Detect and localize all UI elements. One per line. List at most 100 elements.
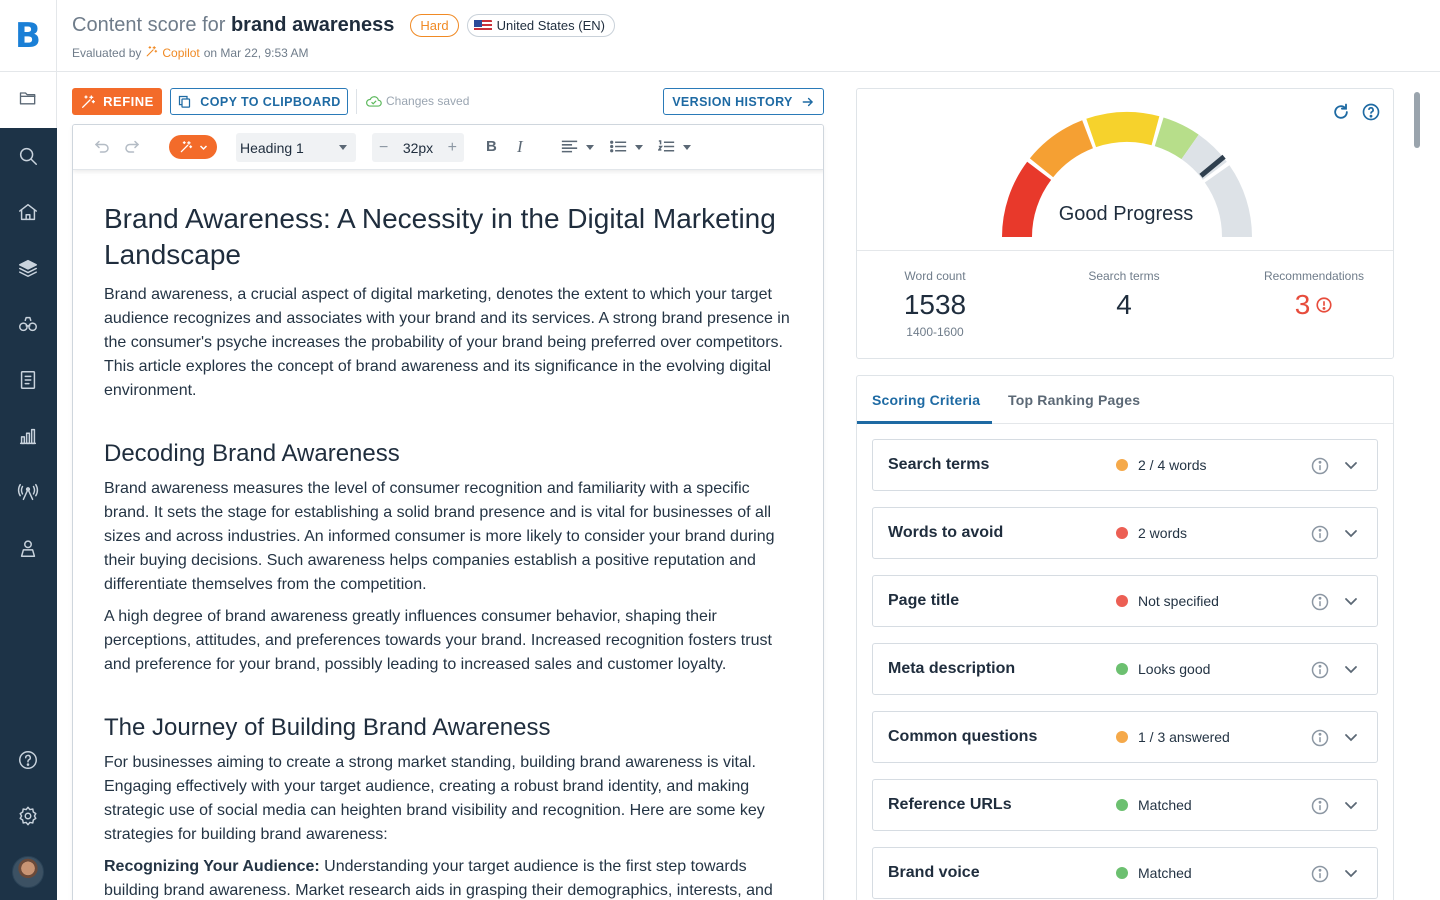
undo-icon[interactable] [93, 138, 111, 158]
sidebar-item-analytics[interactable] [16, 424, 40, 448]
chevron-down-icon[interactable] [1343, 525, 1359, 541]
layers-icon [19, 259, 37, 277]
numbered-list-icon [657, 140, 675, 152]
increase-size-button[interactable]: + [448, 139, 457, 157]
chevron-down-icon [199, 144, 207, 150]
alert-icon [1316, 297, 1332, 313]
help-icon[interactable] [1361, 102, 1381, 122]
status-dot [1116, 867, 1128, 879]
sidebar-item-monitoring[interactable] [16, 480, 40, 504]
doc-paragraph[interactable]: Brand awareness, a crucial aspect of dig… [104, 283, 796, 403]
version-history-button[interactable]: VERSION HISTORY [663, 88, 824, 115]
chevron-down-icon[interactable] [1343, 593, 1359, 609]
sidebar-item-local[interactable] [16, 536, 40, 560]
doc-heading-2[interactable]: The Journey of Building Brand Awareness [104, 713, 796, 743]
chevron-down-icon[interactable] [1343, 457, 1359, 473]
sidebar-item-settings[interactable] [16, 804, 40, 828]
criteria-row[interactable]: Search terms 2 / 4 words [872, 439, 1378, 491]
score-label: Good Progress [1058, 203, 1194, 225]
recommendations-stat[interactable]: Recommendations 3 [1249, 269, 1379, 321]
doc-heading-2[interactable]: Decoding Brand Awareness [104, 439, 796, 469]
gauge-segment [1154, 117, 1199, 160]
doc-heading-1[interactable]: Brand Awareness: A Necessity in the Digi… [104, 201, 796, 273]
info-icon[interactable] [1310, 456, 1330, 476]
caret-down-icon [635, 145, 644, 150]
tab-top-ranking-pages[interactable]: Top Ranking Pages [1008, 392, 1140, 408]
criteria-row[interactable]: Meta description Looks good [872, 643, 1378, 695]
chevron-down-icon[interactable] [1343, 729, 1359, 745]
info-icon[interactable] [1310, 660, 1330, 680]
search-terms-value: 4 [1116, 289, 1132, 320]
sidebar-item-projects[interactable] [0, 72, 57, 128]
text-style-select[interactable]: Heading 1 [236, 133, 356, 162]
info-icon[interactable] [1310, 864, 1330, 884]
scoring-panel: Scoring Criteria Top Ranking Pages Searc… [856, 375, 1394, 900]
doc-paragraph[interactable]: Recognizing Your Audience: Understanding… [104, 855, 796, 900]
title-keyword: brand awareness [230, 14, 395, 36]
scrollbar[interactable] [1412, 88, 1422, 900]
criteria-row[interactable]: Reference URLs Matched [872, 779, 1378, 831]
panel-tabs: Scoring Criteria Top Ranking Pages [857, 376, 1393, 424]
status-dot [1116, 527, 1128, 539]
numbered-list-dropdown[interactable] [657, 139, 692, 158]
sidebar-item-home[interactable] [16, 200, 40, 224]
criteria-name: Page title [888, 592, 960, 609]
copy-to-clipboard-button[interactable]: COPY TO CLIPBOARD [170, 88, 348, 115]
page-header: Content score for brand awareness Hard U… [57, 0, 1440, 72]
refine-button[interactable]: REFINE [72, 88, 162, 115]
evaluator-name[interactable]: Copilot [162, 46, 199, 60]
user-pin-icon [20, 540, 36, 557]
search-terms-label: Search terms [1088, 269, 1160, 283]
criteria-status: 2 words [1138, 525, 1188, 541]
binoculars-icon [19, 316, 37, 332]
doc-paragraph[interactable]: A high degree of brand awareness greatly… [104, 605, 796, 677]
editor-toolbar: Heading 1 − 32px + B I [73, 125, 823, 170]
chevron-down-icon[interactable] [1343, 797, 1359, 813]
criteria-row[interactable]: Page title Not specified [872, 575, 1378, 627]
chevron-down-icon[interactable] [1343, 865, 1359, 881]
font-size-stepper[interactable]: − 32px + [372, 133, 464, 162]
tab-scoring-criteria[interactable]: Scoring Criteria [872, 392, 980, 408]
redo-icon[interactable] [123, 138, 141, 158]
sidebar-item-help[interactable] [16, 748, 40, 772]
bullet-list-dropdown[interactable] [610, 139, 644, 158]
doc-paragraph[interactable]: Brand awareness measures the level of co… [104, 477, 796, 597]
recommendations-value: 3 [1294, 289, 1311, 320]
page-title: Content score for brand awareness [72, 14, 394, 37]
status-dot [1116, 799, 1128, 811]
info-icon[interactable] [1310, 796, 1330, 816]
home-icon [19, 203, 37, 221]
cloud-check-icon [366, 95, 382, 107]
app-logo[interactable]: B [0, 0, 57, 72]
ai-assist-dropdown[interactable] [169, 135, 217, 159]
word-count-label: Word count [904, 269, 966, 283]
sidebar-item-research[interactable] [16, 312, 40, 336]
search-icon [19, 147, 37, 165]
avatar[interactable] [12, 856, 44, 888]
italic-icon[interactable]: I [517, 137, 523, 157]
info-icon[interactable] [1310, 728, 1330, 748]
help-icon [19, 751, 37, 769]
content-editor[interactable]: Heading 1 − 32px + B I Brand Awareness: … [72, 124, 824, 900]
criteria-status: Matched [1138, 797, 1192, 813]
chevron-down-icon[interactable] [1343, 661, 1359, 677]
doc-paragraph[interactable]: For businesses aiming to create a strong… [104, 751, 796, 847]
info-icon[interactable] [1310, 524, 1330, 544]
criteria-row[interactable]: Common questions 1 / 3 answered [872, 711, 1378, 763]
criteria-status: Looks good [1138, 661, 1211, 677]
criteria-row[interactable]: Brand voice Matched [872, 847, 1378, 899]
sidebar-item-layers[interactable] [16, 256, 40, 280]
bold-icon[interactable]: B [486, 138, 497, 155]
align-dropdown[interactable] [561, 139, 595, 158]
criteria-name: Search terms [888, 456, 990, 473]
sidebar-item-documents[interactable] [16, 368, 40, 392]
scrollbar-thumb[interactable] [1414, 92, 1420, 148]
sidebar-item-search[interactable] [16, 144, 40, 168]
document-body[interactable]: Brand Awareness: A Necessity in the Digi… [104, 201, 796, 900]
refresh-icon[interactable] [1331, 102, 1351, 122]
locale-badge[interactable]: United States (EN) [466, 14, 615, 37]
info-icon[interactable] [1310, 592, 1330, 612]
decrease-size-button[interactable]: − [379, 139, 388, 157]
criteria-row[interactable]: Words to avoid 2 words [872, 507, 1378, 559]
difficulty-badge: Hard [410, 14, 459, 37]
